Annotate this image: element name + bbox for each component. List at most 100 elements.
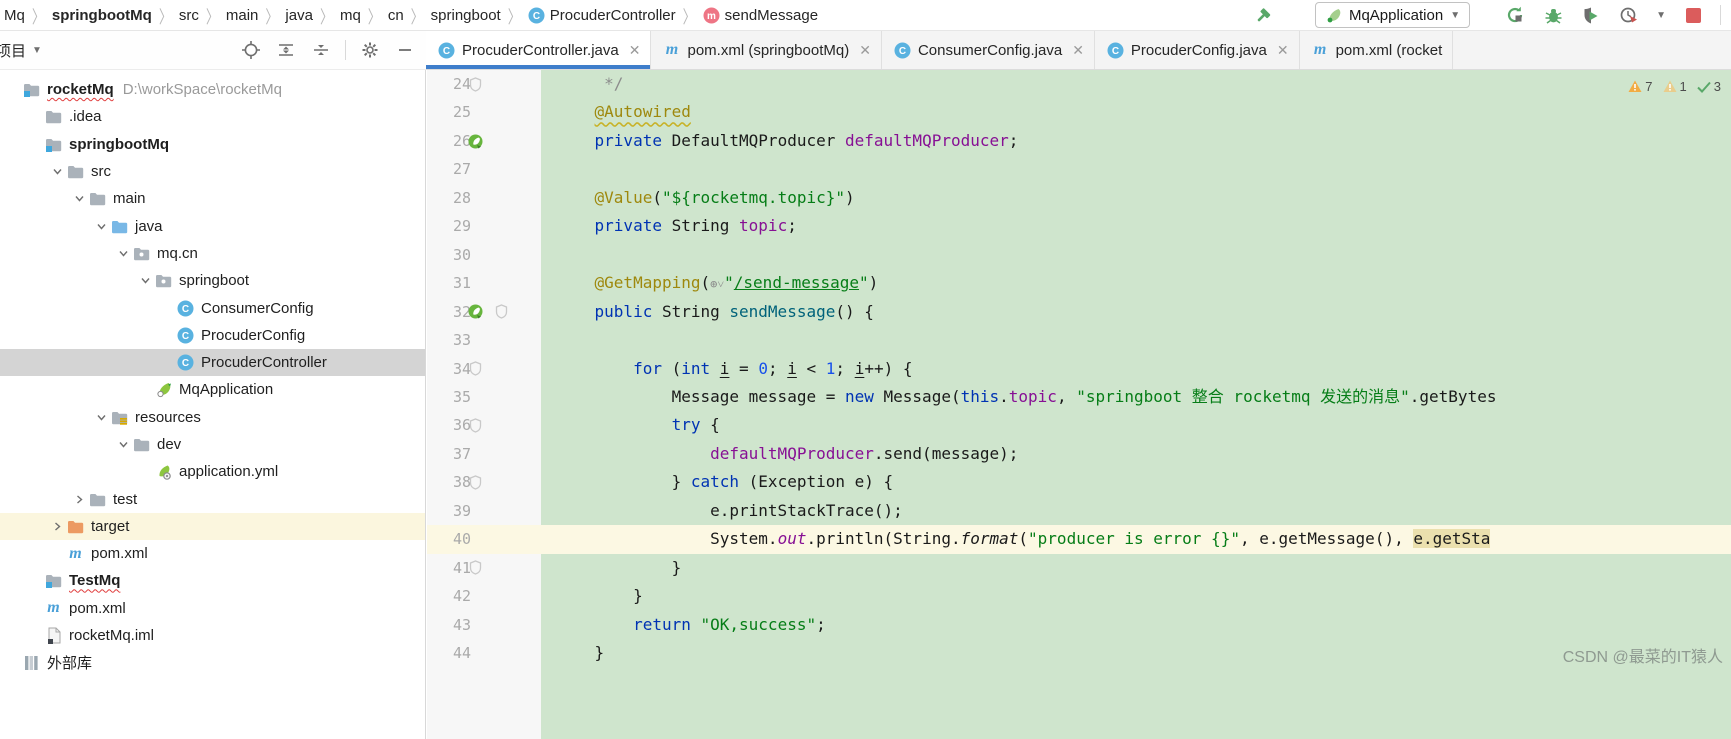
profiler-chevron-icon[interactable]: ▼ xyxy=(1656,10,1666,21)
tree-item-java[interactable]: java xyxy=(0,212,425,239)
tree-item-pom.xml[interactable]: m pom.xml xyxy=(0,540,425,567)
spring-bean-icon[interactable] xyxy=(467,133,484,150)
project-panel-title[interactable]: 项目 ▼ xyxy=(0,40,42,61)
code-line-27[interactable]: 27 xyxy=(427,155,1731,183)
tree-item-MqApplication[interactable]: MqApplication xyxy=(0,376,425,403)
breadcrumb-item[interactable]: springbootMq xyxy=(52,7,152,24)
collapse-all-icon[interactable] xyxy=(310,39,332,61)
breadcrumb-item[interactable]: C ProcuderController xyxy=(528,7,676,24)
tab-close-icon[interactable]: ✕ xyxy=(859,42,871,59)
passed-badge[interactable]: 3 xyxy=(1697,79,1721,94)
chevron-open-icon[interactable] xyxy=(114,248,133,259)
code-segment-plain: .send(message); xyxy=(873,443,1019,463)
tree-item-test[interactable]: test xyxy=(0,485,425,512)
tree-item-dev[interactable]: dev xyxy=(0,431,425,458)
tree-item-springboot[interactable]: springboot xyxy=(0,267,425,294)
code-segment-plain: ; xyxy=(835,358,855,378)
chevron-closed-icon[interactable] xyxy=(70,494,89,505)
editor-tab[interactable]: m pom.xml (springbootMq) ✕ xyxy=(651,31,882,69)
code-editor[interactable]: 24 */25 @Autowired 26 private DefaultMQPr… xyxy=(427,70,1731,739)
chevron-open-icon[interactable] xyxy=(92,221,111,232)
coverage-icon[interactable] xyxy=(1580,4,1602,26)
tree-item-target[interactable]: target xyxy=(0,512,425,541)
warnings-badge[interactable]: 7 xyxy=(1628,79,1653,94)
code-line-37[interactable]: 37 defaultMQProducer.send(message); xyxy=(427,440,1731,468)
rerun-icon[interactable] xyxy=(1504,4,1526,26)
expand-all-icon[interactable] xyxy=(275,39,297,61)
editor-tabbar: C ProcuderController.java ✕ m pom.xml (sprin… xyxy=(426,31,1731,70)
spring-bean-icon[interactable] xyxy=(467,303,484,320)
code-segment-plain: e.printStackTrace(); xyxy=(556,500,903,520)
profiler-icon[interactable] xyxy=(1618,4,1640,26)
code-line-28[interactable]: 28 @Value("${rocketmq.topic}") xyxy=(427,184,1731,212)
hide-panel-icon[interactable] xyxy=(394,39,416,61)
chevron-open-icon[interactable] xyxy=(92,412,111,423)
code-text: } xyxy=(541,582,1731,610)
tab-close-icon[interactable]: ✕ xyxy=(1277,42,1289,59)
tab-close-icon[interactable]: ✕ xyxy=(629,42,641,59)
code-text: return "OK,success"; xyxy=(541,611,1731,639)
code-line-36[interactable]: 36 try { xyxy=(427,411,1731,439)
settings-gear-icon[interactable] xyxy=(359,39,381,61)
code-line-33[interactable]: 33 xyxy=(427,326,1731,354)
class-icon: C xyxy=(528,7,545,24)
tree-item-resources[interactable]: resources xyxy=(0,404,425,431)
code-line-40[interactable]: 40 System.out.println(String.format("pro… xyxy=(427,525,1731,554)
chevron-open-icon[interactable] xyxy=(70,193,89,204)
code-line-31[interactable]: 31 @GetMapping(⊕˅"/send-message") xyxy=(427,269,1731,297)
debug-icon[interactable] xyxy=(1542,4,1564,26)
weak-warnings-badge[interactable]: 1 xyxy=(1663,79,1687,94)
tree-item-rocketMq[interactable]: rocketMq D:\workSpace\rocketMq xyxy=(0,76,425,103)
chevron-open-icon[interactable] xyxy=(136,275,155,286)
code-line-41[interactable]: 41 } xyxy=(427,554,1731,582)
editor-tab[interactable]: C ProcuderController.java ✕ xyxy=(426,31,652,69)
tree-item-src[interactable]: src xyxy=(0,158,425,185)
breadcrumb-item[interactable]: java xyxy=(285,7,313,24)
breadcrumb-item[interactable]: springboot xyxy=(431,7,501,24)
tree-item-mq.cn[interactable]: mq.cn xyxy=(0,240,425,267)
code-line-24[interactable]: 24 */ xyxy=(427,70,1731,98)
run-configuration-select[interactable]: MqApplication ▼ xyxy=(1314,2,1471,28)
breadcrumb-item[interactable]: m sendMessage xyxy=(703,7,818,24)
tree-item-pom.xml[interactable]: m pom.xml xyxy=(0,595,425,622)
breadcrumb-item[interactable]: mq xyxy=(340,7,361,24)
editor-tab[interactable]: m pom.xml (rocket xyxy=(1300,31,1454,69)
tree-item-main[interactable]: main xyxy=(0,185,425,212)
code-line-42[interactable]: 42 } xyxy=(427,582,1731,610)
code-line-38[interactable]: 38 } catch (Exception e) { xyxy=(427,468,1731,496)
tree-item-外部库[interactable]: 外部库 xyxy=(0,649,425,676)
breadcrumb-label: ProcuderController xyxy=(549,6,676,24)
editor-tab[interactable]: C ProcuderConfig.java ✕ xyxy=(1095,31,1300,69)
breadcrumb-item[interactable]: main xyxy=(226,7,259,24)
code-line-44[interactable]: 44 } xyxy=(427,639,1731,667)
stop-icon[interactable] xyxy=(1682,4,1704,26)
tree-item-TestMq[interactable]: TestMq xyxy=(0,567,425,594)
code-line-32[interactable]: 32 public String sendMessage() { xyxy=(427,298,1731,326)
breadcrumb-item[interactable]: src xyxy=(179,7,199,24)
tree-item-rocketMq.iml[interactable]: rocketMq.iml xyxy=(0,622,425,649)
tree-item-.idea[interactable]: .idea xyxy=(0,103,425,130)
code-line-43[interactable]: 43 return "OK,success"; xyxy=(427,611,1731,639)
code-line-30[interactable]: 30 xyxy=(427,241,1731,269)
chevron-open-icon[interactable] xyxy=(48,166,67,177)
tab-close-icon[interactable]: ✕ xyxy=(1072,42,1084,59)
breadcrumb-item[interactable]: Mq xyxy=(4,7,25,24)
code-line-39[interactable]: 39 e.printStackTrace(); xyxy=(427,497,1731,525)
inspections-widget[interactable]: 7 1 3 xyxy=(1628,79,1721,94)
build-hammer-icon[interactable] xyxy=(1255,4,1277,26)
tree-item-ProcuderController[interactable]: C ProcuderController xyxy=(0,348,425,377)
tree-item-springbootMq[interactable]: springbootMq xyxy=(0,131,425,158)
editor-tab[interactable]: C ConsumerConfig.java ✕ xyxy=(882,31,1095,69)
tree-item-ProcuderConfig[interactable]: C ProcuderConfig xyxy=(0,322,425,349)
code-line-29[interactable]: 29 private String topic; xyxy=(427,212,1731,240)
code-line-35[interactable]: 35 Message message = new Message(this.to… xyxy=(427,383,1731,411)
breadcrumb-item[interactable]: cn xyxy=(388,7,404,24)
code-line-34[interactable]: 34 for (int i = 0; i < 1; i++) { xyxy=(427,355,1731,383)
chevron-open-icon[interactable] xyxy=(114,439,133,450)
tree-item-application.yml[interactable]: application.yml xyxy=(0,458,425,485)
code-line-26[interactable]: 26 private DefaultMQProducer defaultMQPr… xyxy=(427,127,1731,155)
chevron-closed-icon[interactable] xyxy=(48,521,67,532)
code-line-25[interactable]: 25 @Autowired xyxy=(427,98,1731,126)
tree-item-ConsumerConfig[interactable]: C ConsumerConfig xyxy=(0,294,425,321)
locate-icon[interactable] xyxy=(240,39,262,61)
